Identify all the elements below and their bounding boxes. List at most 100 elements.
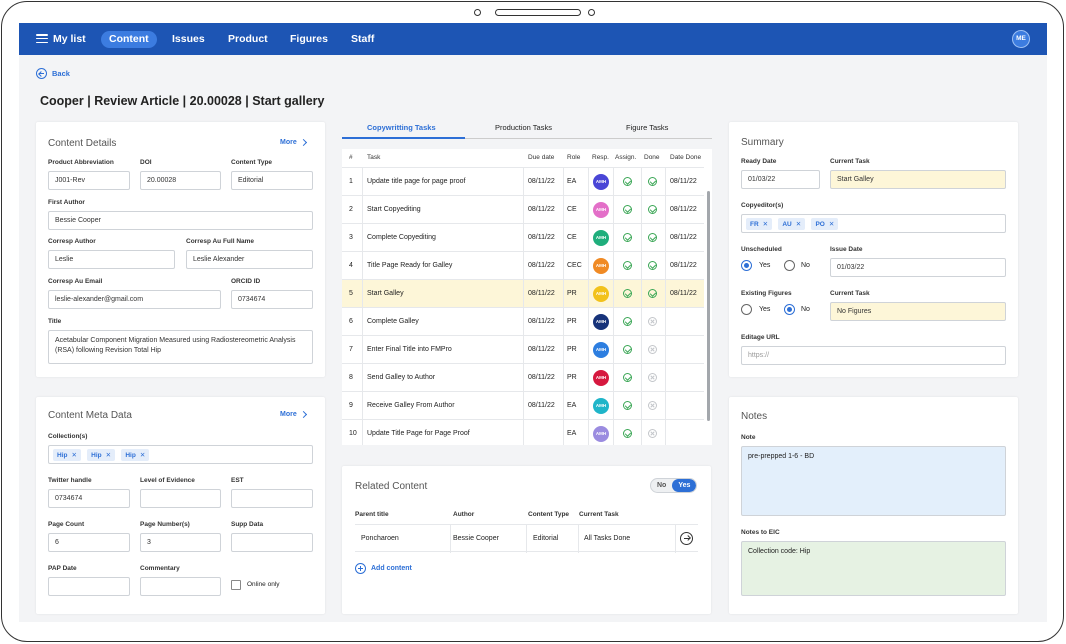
nav-product[interactable]: Product — [228, 32, 268, 46]
nav-issues[interactable]: Issues — [172, 32, 205, 46]
more-button[interactable]: More — [280, 410, 307, 419]
check-circle-icon[interactable] — [648, 289, 657, 298]
ready-date-input[interactable]: 01/03/22 — [741, 170, 820, 189]
nav-my-list[interactable]: My list — [53, 32, 86, 46]
table-row[interactable]: 6 Complete Galley 08/11/22 PR AMH — [342, 307, 704, 336]
table-row[interactable]: 7 Enter Final Title into FMPro 08/11/22 PR A… — [342, 335, 704, 364]
collection-chip[interactable]: Hip ✕ — [87, 449, 116, 461]
commentary-input[interactable] — [140, 577, 221, 596]
collection-chip[interactable]: Hip ✕ — [121, 449, 150, 461]
arrow-right-icon[interactable] — [680, 532, 693, 545]
tab-figures[interactable]: Figure Tasks — [626, 123, 668, 132]
table-row[interactable]: 5 Start Galley 08/11/22 PR AMH 08/11/22 — [342, 279, 704, 308]
check-circle-icon[interactable] — [648, 261, 657, 270]
check-circle-icon[interactable] — [648, 177, 657, 186]
close-icon[interactable]: ✕ — [140, 452, 145, 459]
unscheduled-no-radio[interactable] — [784, 260, 795, 271]
check-circle-icon[interactable] — [623, 177, 632, 186]
first-author-input[interactable]: Bessie Cooper — [48, 211, 313, 230]
close-icon[interactable]: ✕ — [71, 452, 76, 459]
check-circle-icon[interactable] — [648, 205, 657, 214]
issue-date-input[interactable]: 01/03/22 — [830, 258, 1006, 277]
corresp-full-name-input[interactable]: Leslie Alexander — [186, 250, 313, 269]
page-numbers-input[interactable]: 3 — [140, 533, 221, 552]
copyeditor-chip[interactable]: AU ✕ — [778, 218, 806, 230]
check-circle-icon[interactable] — [623, 401, 632, 410]
figures-no-radio[interactable] — [784, 304, 795, 315]
twitter-input[interactable]: 0734674 — [48, 489, 130, 508]
back-link[interactable]: Back — [36, 68, 70, 79]
copyeditor-chip[interactable]: FR ✕ — [746, 218, 773, 230]
check-circle-icon[interactable] — [623, 205, 632, 214]
check-circle-icon[interactable] — [623, 345, 632, 354]
x-circle-icon[interactable] — [648, 345, 657, 354]
editage-url-input[interactable]: https:// — [741, 346, 1006, 365]
resp-avatar[interactable]: AMH — [593, 202, 609, 218]
figures-current-task-input[interactable]: No Figures — [830, 302, 1006, 321]
orcid-input[interactable]: 0734674 — [231, 290, 313, 309]
pap-date-input[interactable] — [48, 577, 130, 596]
figures-yes-radio[interactable] — [741, 304, 752, 315]
check-circle-icon[interactable] — [623, 261, 632, 270]
supp-data-input[interactable] — [231, 533, 313, 552]
tab-copywriting[interactable]: Copywritting Tasks — [367, 123, 436, 132]
table-scrollbar[interactable] — [707, 191, 710, 421]
page-count-input[interactable]: 6 — [48, 533, 130, 552]
resp-avatar[interactable]: AMH — [593, 174, 609, 190]
add-content-button[interactable]: Add content — [355, 563, 412, 574]
eic-notes-textarea[interactable]: Collection code: Hip — [741, 541, 1006, 596]
evidence-input[interactable] — [140, 489, 221, 508]
nav-staff[interactable]: Staff — [351, 32, 374, 46]
tab-production[interactable]: Production Tasks — [495, 123, 552, 132]
resp-avatar[interactable]: AMH — [593, 398, 609, 414]
online-only-checkbox[interactable] — [231, 580, 241, 590]
check-circle-icon[interactable] — [648, 233, 657, 242]
close-icon[interactable]: ✕ — [106, 452, 111, 459]
check-circle-icon[interactable] — [623, 289, 632, 298]
check-circle-icon[interactable] — [623, 233, 632, 242]
copyeditors-input[interactable]: FR ✕ AU ✕ PO ✕ — [741, 214, 1006, 233]
collections-input[interactable]: Hip ✕ Hip ✕ Hip ✕ — [48, 445, 313, 464]
table-row[interactable]: 8 Send Galley to Author 08/11/22 PR AMH — [342, 363, 704, 392]
x-circle-icon[interactable] — [648, 373, 657, 382]
menu-icon[interactable] — [36, 34, 48, 44]
x-circle-icon[interactable] — [648, 317, 657, 326]
resp-avatar[interactable]: AMH — [593, 230, 609, 246]
product-abbrev-input[interactable]: J001-Rev — [48, 171, 130, 190]
close-icon[interactable]: ✕ — [829, 221, 834, 228]
more-button[interactable]: More — [280, 138, 307, 147]
resp-avatar[interactable]: AMH — [593, 314, 609, 330]
check-circle-icon[interactable] — [623, 373, 632, 382]
check-circle-icon[interactable] — [623, 317, 632, 326]
unscheduled-yes-radio[interactable] — [741, 260, 752, 271]
current-task-input[interactable]: Start Galley — [830, 170, 1006, 189]
est-input[interactable] — [231, 489, 313, 508]
table-row[interactable]: 4 Title Page Ready for Galley 08/11/22 CEC A… — [342, 251, 704, 280]
user-avatar[interactable]: ME — [1012, 30, 1030, 48]
resp-avatar[interactable]: AMH — [593, 370, 609, 386]
resp-avatar[interactable]: AMH — [593, 258, 609, 274]
close-icon[interactable]: ✕ — [763, 221, 768, 228]
nav-content[interactable]: Content — [101, 31, 157, 48]
resp-avatar[interactable]: AMH — [593, 342, 609, 358]
collection-chip[interactable]: Hip ✕ — [53, 449, 81, 461]
x-circle-icon[interactable] — [648, 429, 657, 438]
check-circle-icon[interactable] — [623, 429, 632, 438]
table-row[interactable]: 3 Complete Copyediting 08/11/22 CE AMH 08/11/… — [342, 223, 704, 252]
nav-figures[interactable]: Figures — [290, 32, 328, 46]
table-row[interactable]: 2 Start Copyediting 08/11/22 CE AMH 08/11/22 — [342, 195, 704, 224]
table-row[interactable]: 9 Receive Galley From Author 08/11/22 EA AMH — [342, 391, 704, 420]
toggle-yes[interactable]: Yes — [672, 479, 697, 492]
related-row[interactable]: Poncharoen Bessie Cooper Editorial All T… — [355, 524, 698, 553]
corresp-author-input[interactable]: Leslie — [48, 250, 175, 269]
x-circle-icon[interactable] — [648, 401, 657, 410]
table-row[interactable]: 10 Update Title Page for Page Proof EA AMH — [342, 419, 704, 445]
table-row[interactable]: 1 Update title page for page proof 08/11/2… — [342, 167, 704, 196]
article-title-input[interactable]: Acetabular Component Migration Measured … — [48, 330, 313, 364]
close-icon[interactable]: ✕ — [796, 221, 801, 228]
copyeditor-chip[interactable]: PO ✕ — [811, 218, 839, 230]
content-type-input[interactable]: Editorial — [231, 171, 313, 190]
note-textarea[interactable]: pre-prepped 1-6 - BD — [741, 446, 1006, 516]
resp-avatar[interactable]: AMH — [593, 286, 609, 302]
related-toggle[interactable]: No Yes — [650, 478, 698, 493]
